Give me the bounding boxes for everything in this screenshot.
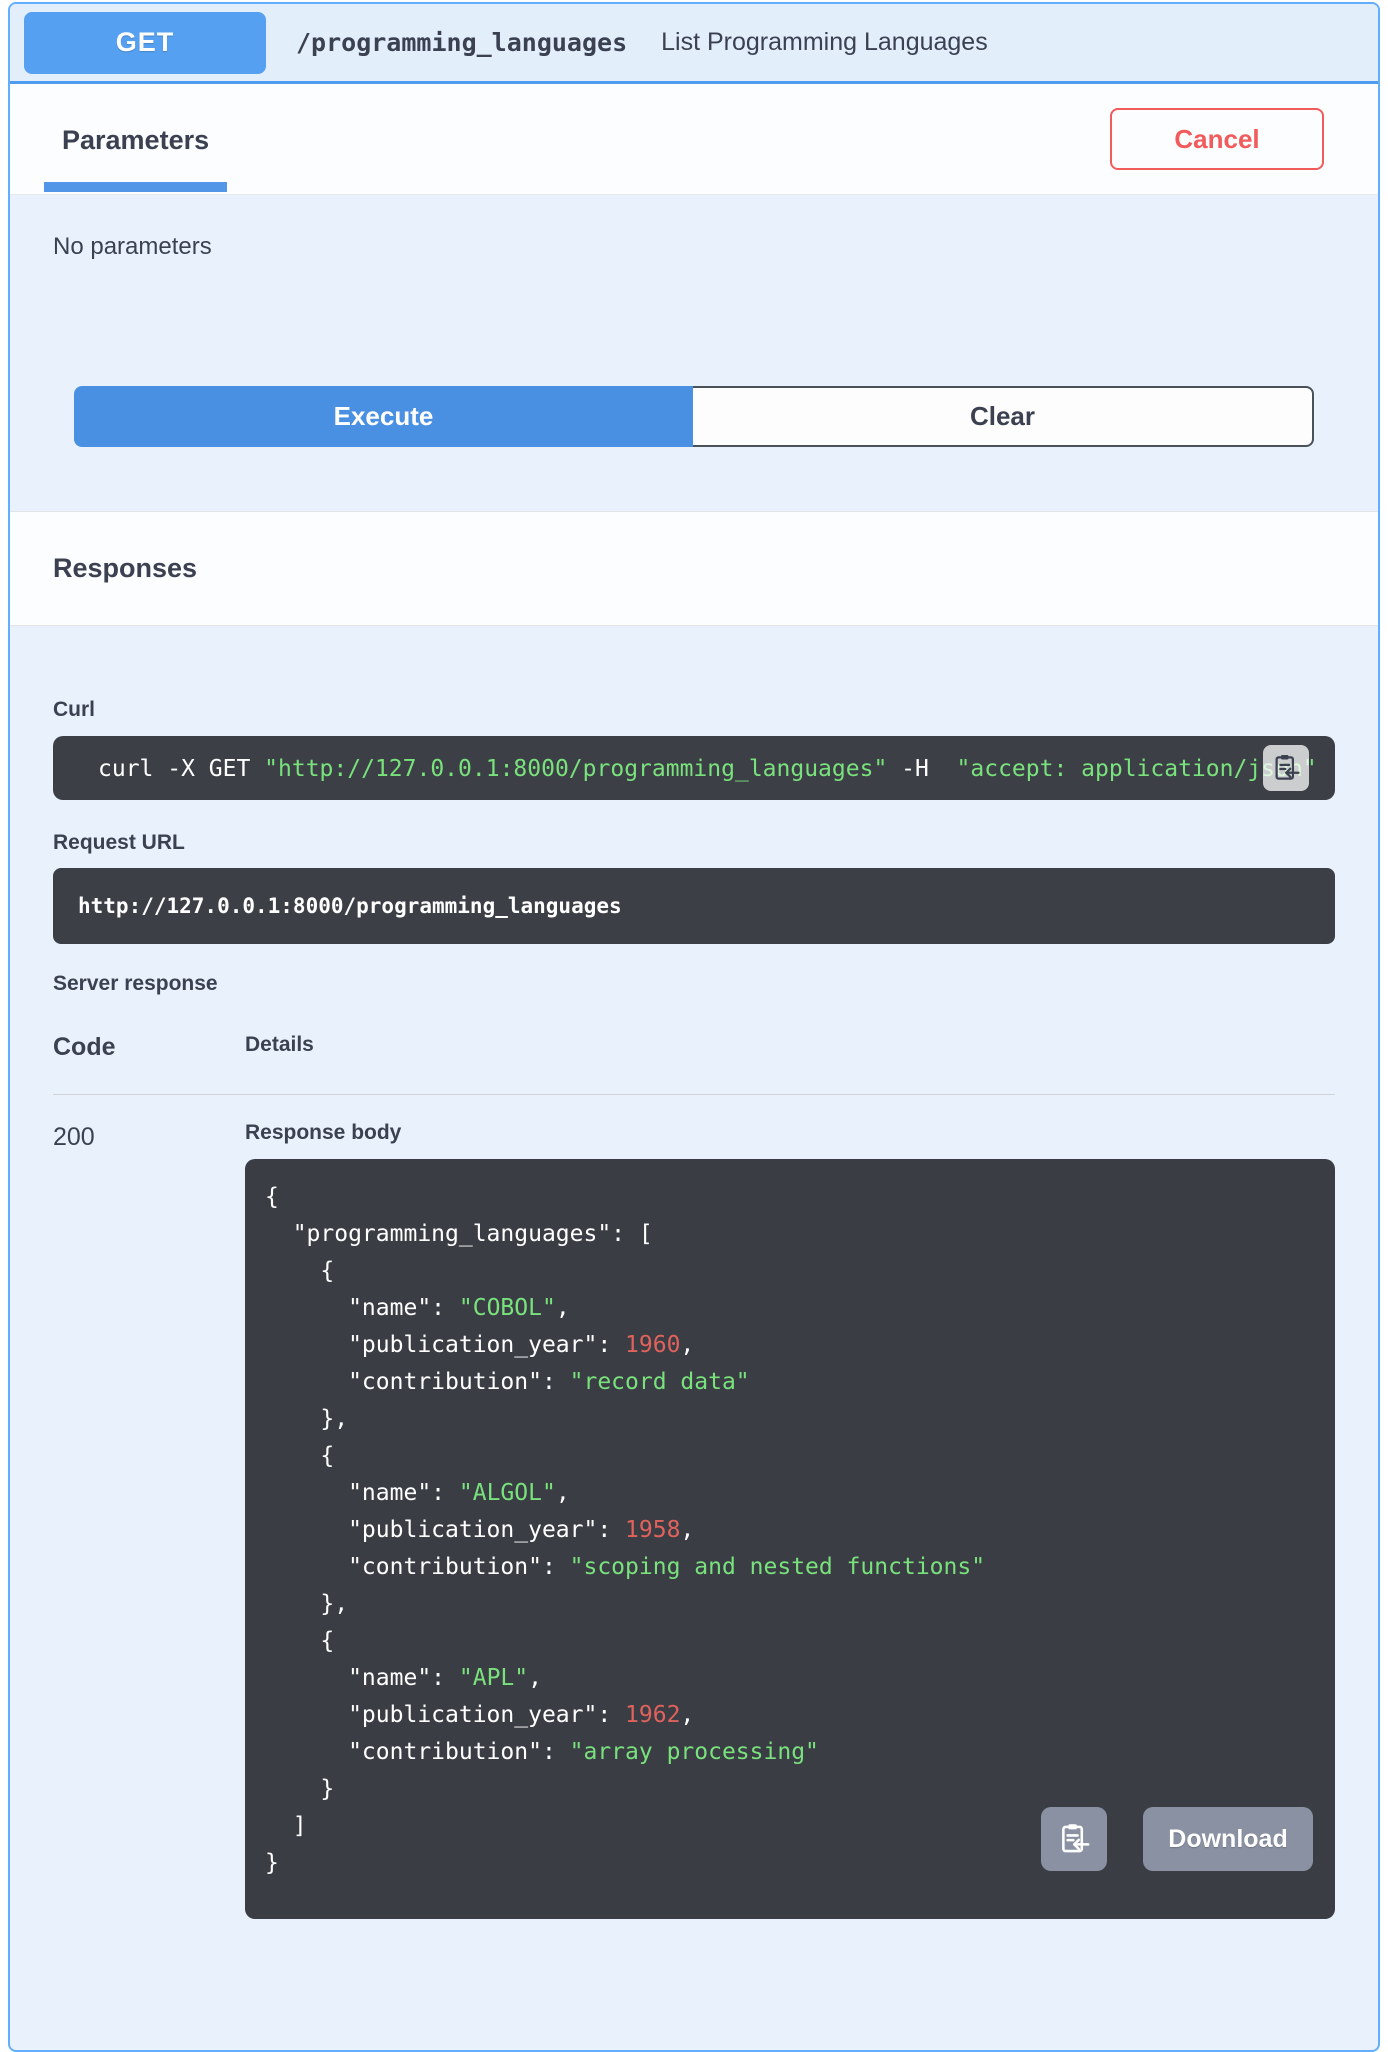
- responses-header-band: Responses: [10, 511, 1378, 626]
- cancel-button[interactable]: Cancel: [1110, 108, 1324, 170]
- request-url-label: Request URL: [53, 831, 185, 854]
- parameters-header-band: Parameters Cancel: [10, 84, 1378, 195]
- execute-button[interactable]: Execute: [74, 386, 693, 447]
- response-body-json: { "programming_languages": [ { "name": "…: [265, 1184, 986, 1876]
- execute-row: Execute Clear: [74, 386, 1314, 447]
- details-cell: Response body { "programming_languages":…: [245, 1121, 1335, 1919]
- server-response-label: Server response: [53, 972, 218, 995]
- http-method-badge: GET: [24, 11, 266, 74]
- response-body-block: { "programming_languages": [ { "name": "…: [245, 1159, 1335, 1919]
- status-code: 200: [53, 1123, 95, 1151]
- clipboard-copy-icon: [1057, 1822, 1091, 1856]
- no-parameters-text: No parameters: [53, 233, 212, 260]
- curl-command-block: curl -X GET "http://127.0.0.1:8000/progr…: [53, 736, 1335, 800]
- server-response-table: Code Details 200 Response body { "progra…: [53, 1033, 1335, 1919]
- curl-label: Curl: [53, 698, 95, 721]
- operation-summary-bar[interactable]: GET /programming_languages List Programm…: [10, 4, 1378, 84]
- table-header-row: Code Details: [53, 1033, 1335, 1095]
- code-column-header: Code: [53, 1033, 116, 1061]
- details-column-header: Details: [245, 1033, 314, 1056]
- parameters-body: No parameters Execute Clear: [10, 195, 1378, 511]
- response-body-label: Response body: [245, 1121, 402, 1144]
- responses-body: Curl curl -X GET "http://127.0.0.1:8000/…: [10, 626, 1378, 1919]
- copy-curl-button[interactable]: [1263, 745, 1309, 791]
- parameters-tab-label: Parameters: [62, 124, 210, 155]
- copy-response-button[interactable]: [1041, 1807, 1107, 1871]
- request-url-block: http://127.0.0.1:8000/programming_langua…: [53, 868, 1335, 944]
- responses-title: Responses: [53, 553, 198, 583]
- curl-command-text: curl -X GET "http://127.0.0.1:8000/progr…: [98, 756, 1317, 782]
- download-button[interactable]: Download: [1143, 1807, 1313, 1871]
- endpoint-path: /programming_languages: [296, 28, 628, 57]
- operation-panel: GET /programming_languages List Programm…: [8, 2, 1380, 2052]
- table-row: 200 Response body { "programming_languag…: [53, 1095, 1335, 1919]
- request-url-value: http://127.0.0.1:8000/programming_langua…: [78, 894, 622, 918]
- endpoint-summary: List Programming Languages: [661, 28, 988, 56]
- tab-parameters[interactable]: Parameters: [44, 112, 228, 192]
- clipboard-copy-icon: [1271, 753, 1301, 783]
- clear-button[interactable]: Clear: [693, 386, 1314, 447]
